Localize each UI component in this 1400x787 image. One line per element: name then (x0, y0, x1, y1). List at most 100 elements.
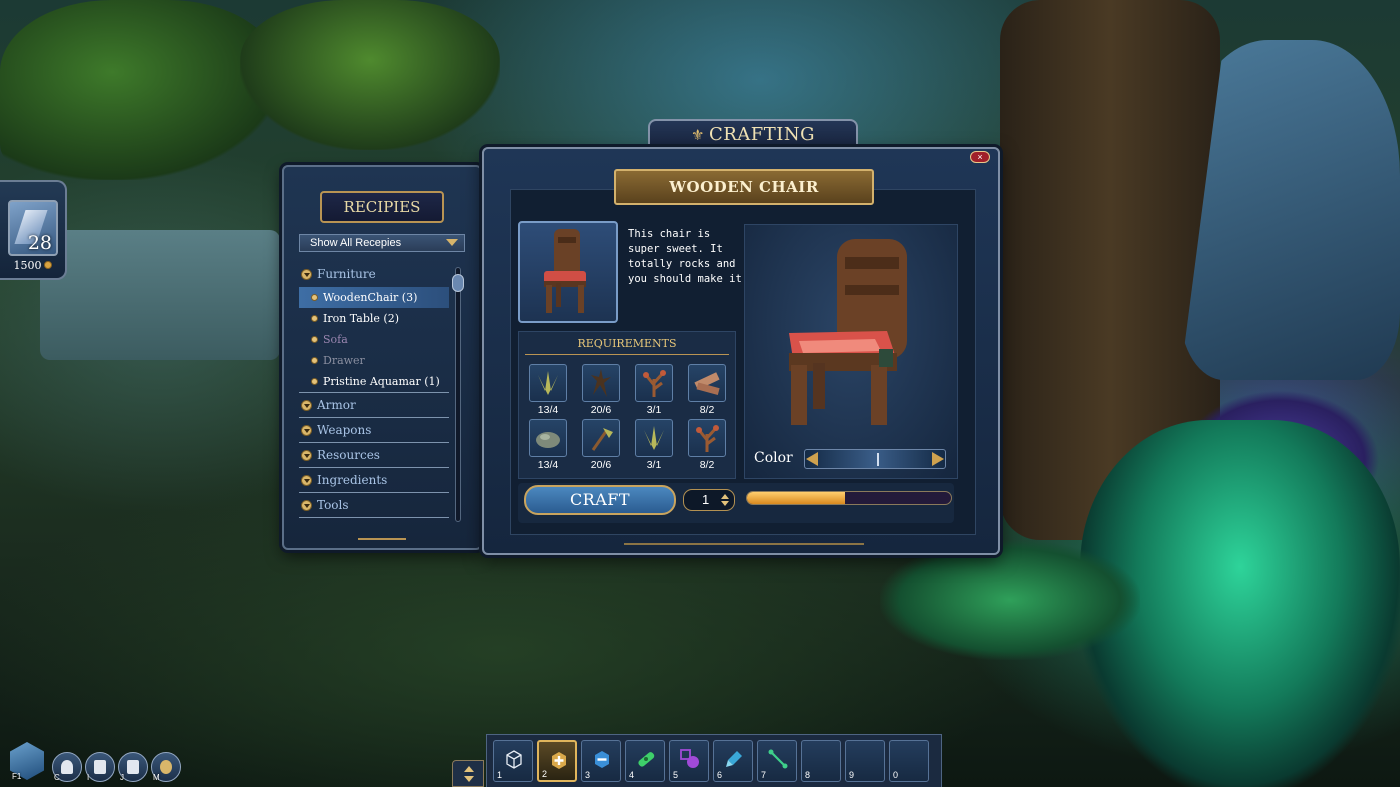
slot-number: 7 (761, 770, 767, 780)
axe-icon (591, 428, 613, 451)
hotbar-slot-6[interactable]: 6 (713, 740, 753, 782)
requirement-count: 13/4 (537, 404, 559, 416)
requirement-slot-stone[interactable] (529, 419, 567, 457)
gold-amount: 1500 (13, 259, 42, 272)
requirement-count: 8/2 (699, 404, 715, 416)
fleur-de-lis-icon: ⚜ (690, 126, 705, 144)
recipe-item-sofa[interactable]: Sofa (299, 329, 449, 350)
recipes-panel: RECIPIES Show All Recepies Furniture Woo… (282, 165, 482, 550)
wooden-chair-icon (544, 229, 586, 313)
panel-ornament (358, 538, 406, 540)
requirement-slot-branch-2[interactable] (688, 419, 726, 457)
gold-coin-icon (43, 261, 52, 269)
requirement-count: 3/1 (646, 459, 662, 471)
recipe-list: Furniture WoodenChair (3) Iron Table (2)… (299, 262, 449, 518)
recipe-item-label: Sofa (323, 333, 348, 346)
paint-brush-icon (726, 751, 742, 767)
hotbar-slot-1[interactable]: 1 (493, 740, 533, 782)
requirement-slot-grass-2[interactable] (635, 419, 673, 457)
arrow-up-icon (464, 766, 474, 772)
item-description: This chair is super sweet. It totally ro… (628, 228, 742, 285)
bullet-icon (311, 315, 318, 322)
category-resources[interactable]: Resources (299, 443, 449, 468)
requirement-count: 8/2 (699, 459, 715, 471)
requirement-count: 20/6 (590, 404, 612, 416)
wireframe-cube-icon (506, 750, 522, 769)
key-hint: J (120, 773, 124, 782)
recipe-item-label: Drawer (323, 354, 365, 367)
map-button[interactable]: M (151, 752, 181, 782)
expand-icon (301, 269, 312, 280)
requirement-slot-branch[interactable] (635, 364, 673, 402)
requirements-box: REQUIREMENTS 13/4 20/6 3/1 8/2 13/4 20/6 (518, 331, 736, 479)
bullet-icon (311, 294, 318, 301)
hotbar-slot-8[interactable]: 8 (801, 740, 841, 782)
line-tool-icon (768, 749, 788, 769)
character-icon (61, 760, 73, 774)
bullet-icon (311, 336, 318, 343)
hotbar-slot-2[interactable]: 2 (537, 740, 577, 782)
expand-icon (301, 450, 312, 461)
journal-button[interactable]: J (118, 752, 148, 782)
window-ornament (624, 543, 864, 545)
recipe-filter-dropdown[interactable]: Show All Recepies (299, 234, 465, 252)
requirement-count: 13/4 (537, 459, 559, 471)
recipe-item-drawer[interactable]: Drawer (299, 350, 449, 371)
slot-number: 4 (629, 770, 635, 780)
expand-icon (301, 425, 312, 436)
root-icon (591, 369, 611, 397)
expand-icon (301, 475, 312, 486)
hotbar-slot-4[interactable]: 4 (625, 740, 665, 782)
slider-marker[interactable] (877, 453, 879, 466)
requirement-slot-grass[interactable] (529, 364, 567, 402)
increment-icon[interactable] (721, 494, 729, 499)
crafting-title: CRAFTING (708, 124, 815, 145)
arrow-left-icon[interactable] (806, 452, 818, 466)
recipe-item-label: WoodenChair (3) (323, 291, 418, 304)
character-button[interactable]: C (52, 752, 82, 782)
category-label: Furniture (317, 267, 376, 281)
hotbar-slot-9[interactable]: 9 (845, 740, 885, 782)
requirement-slot-plank[interactable] (688, 364, 726, 402)
arrow-right-icon[interactable] (932, 452, 944, 466)
quantity-stepper[interactable]: 1 (683, 489, 735, 511)
category-armor[interactable]: Armor (299, 393, 449, 418)
recipe-scrollbar[interactable] (452, 267, 464, 522)
recipe-item-iron-table[interactable]: Iron Table (2) (299, 308, 449, 329)
requirement-slot-axe[interactable] (582, 419, 620, 457)
hotbar-slot-3[interactable]: 3 (581, 740, 621, 782)
recipe-item-pristine-aquamar[interactable]: Pristine Aquamar (1) (299, 371, 449, 393)
slot-number: 9 (849, 770, 855, 780)
hotbar-slot-5[interactable]: 5 (669, 740, 709, 782)
requirement-slot-root[interactable] (582, 364, 620, 402)
slot-number: 2 (542, 769, 548, 779)
craft-button[interactable]: CRAFT (524, 485, 676, 515)
color-slider[interactable] (804, 449, 946, 469)
category-weapons[interactable]: Weapons (299, 418, 449, 443)
key-hint: I (87, 773, 90, 782)
remove-cube-icon (595, 751, 609, 768)
key-hint: F1 (12, 772, 22, 781)
inventory-button[interactable]: I (85, 752, 115, 782)
category-tools[interactable]: Tools (299, 493, 449, 518)
branch-icon (643, 370, 666, 397)
hotbar-slot-0[interactable]: 0 (889, 740, 929, 782)
category-furniture[interactable]: Furniture (299, 262, 449, 287)
close-button[interactable]: × (970, 151, 990, 163)
recipe-item-wooden-chair[interactable]: WoodenChair (3) (299, 287, 449, 308)
branch-icon (696, 425, 719, 452)
decrement-icon[interactable] (721, 501, 729, 506)
grass-bundle-icon (644, 426, 664, 450)
journal-icon (127, 760, 139, 774)
category-ingredients[interactable]: Ingredients (299, 468, 449, 493)
hotbar-slot-7[interactable]: 7 (757, 740, 797, 782)
add-cube-icon (552, 752, 566, 769)
scrollbar-thumb[interactable] (452, 274, 464, 292)
slot-number: 5 (673, 770, 679, 780)
hotbar-swap-button[interactable] (452, 760, 484, 787)
compass-icon (160, 760, 172, 774)
wood-plank-icon (694, 372, 720, 396)
player-gold: 1500 (0, 259, 65, 272)
item-name-banner: WOODEN CHAIR (598, 169, 890, 209)
item-preview (744, 224, 958, 479)
